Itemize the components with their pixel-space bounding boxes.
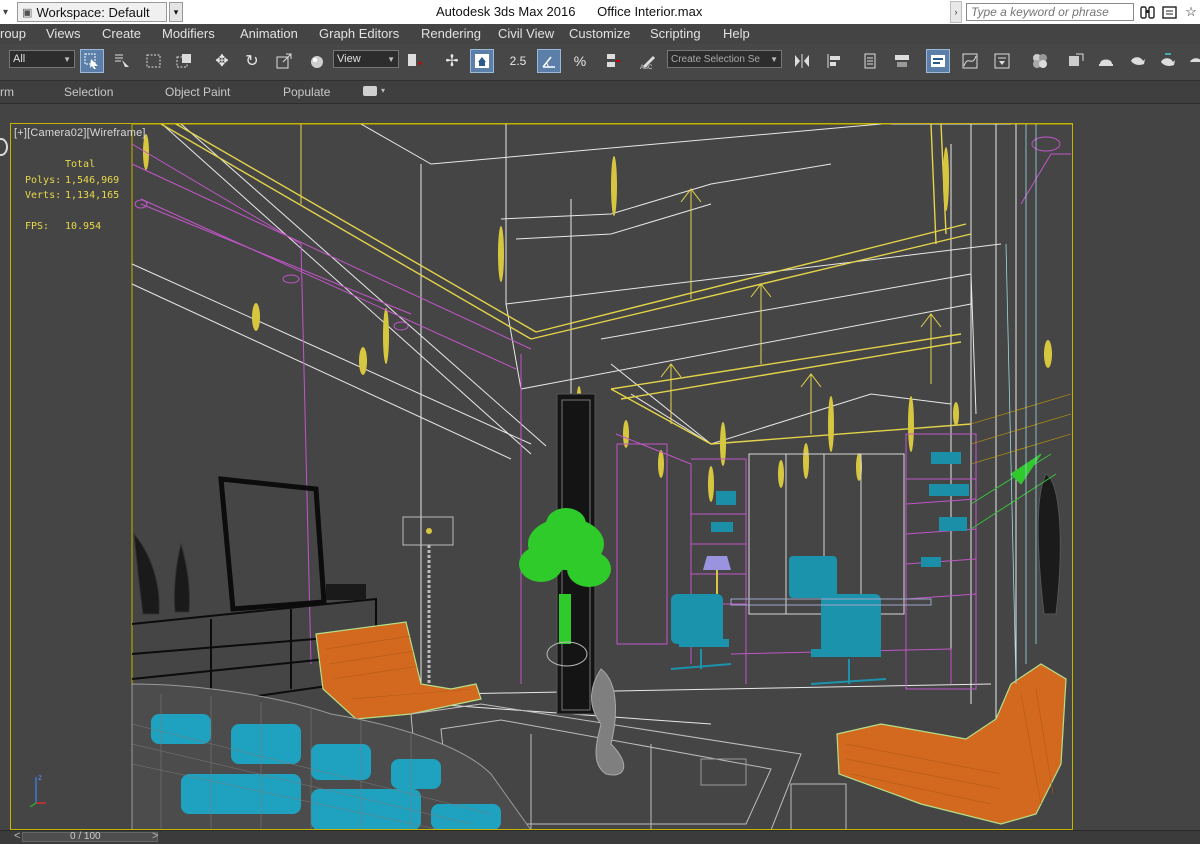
ribbon-minimize-button[interactable] xyxy=(363,86,377,96)
workspace-dropdown-arrow[interactable]: ▾ xyxy=(169,2,184,22)
snap-dimension-label: 2.5 xyxy=(509,54,527,68)
activeshade-icon[interactable] xyxy=(1184,49,1200,73)
menu-create[interactable]: Create xyxy=(102,26,141,41)
stats-polys-value: 1,546,969 xyxy=(65,174,120,186)
scene-explorer-icon[interactable] xyxy=(926,49,950,73)
snaps-toggle-icon[interactable]: 2.5 xyxy=(506,49,530,73)
menu-graph-editors[interactable]: Graph Editors xyxy=(319,26,399,41)
stats-verts-value: 1,134,165 xyxy=(65,190,120,201)
menu-civil-view[interactable]: Civil View xyxy=(498,26,554,41)
select-by-name-icon[interactable] xyxy=(110,49,134,73)
quick-access-dropdown[interactable]: ▾ xyxy=(0,7,11,18)
select-object-icon[interactable] xyxy=(80,49,104,73)
spinner-snap-icon[interactable] xyxy=(600,49,624,73)
scale-icon[interactable] xyxy=(272,49,296,73)
chevron-down-icon[interactable]: ▾ xyxy=(381,86,385,95)
menu-customize[interactable]: Customize xyxy=(569,26,630,41)
svg-text:z: z xyxy=(38,773,42,782)
favorites-star-icon[interactable]: ☆ xyxy=(1182,3,1200,21)
render-iterative-icon[interactable] xyxy=(1156,49,1180,73)
camera-viewport[interactable] xyxy=(10,123,1073,830)
menu-views[interactable]: Views xyxy=(46,26,80,41)
search-expand-icon[interactable]: › xyxy=(950,1,962,23)
schematic-view-icon[interactable] xyxy=(990,49,1014,73)
ribbon-tab-selection[interactable]: Selection xyxy=(64,85,113,99)
edit-named-selection-icon[interactable]: ABC xyxy=(636,49,660,73)
menu-help[interactable]: Help xyxy=(723,26,750,41)
menu-animation[interactable]: Animation xyxy=(240,26,298,41)
svg-text:ABC: ABC xyxy=(640,65,653,70)
quick-access: ▾ ▣ Workspace: Default ▾ xyxy=(0,2,184,22)
chevron-down-icon: ▼ xyxy=(63,54,71,64)
ribbon-tab-object-paint[interactable]: Object Paint xyxy=(165,85,230,99)
menu-scripting[interactable]: Scripting xyxy=(650,26,701,41)
menu-rendering[interactable]: Rendering xyxy=(421,26,481,41)
stats-fps-value: 10.954 xyxy=(65,220,102,232)
reference-coordinate-dropdown[interactable]: View ▼ xyxy=(333,50,399,68)
window-crossing-icon[interactable] xyxy=(172,49,196,73)
axis-tripod-icon: z xyxy=(28,771,48,812)
mirror-icon[interactable] xyxy=(790,49,814,73)
time-slider-bar: < 0 / 100 > xyxy=(0,830,1200,844)
app-name: Autodesk 3ds Max 2016 xyxy=(436,4,576,19)
ribbon-tab-populate[interactable]: Populate xyxy=(283,85,330,99)
rotate-icon[interactable]: ↻ xyxy=(240,49,264,73)
file-name: Office Interior.max xyxy=(597,4,703,19)
menu-modifiers[interactable]: Modifiers xyxy=(162,26,215,41)
material-editor-icon[interactable] xyxy=(1028,49,1052,73)
workspace-icon: ▣ xyxy=(22,6,33,19)
wireframe-scene xyxy=(131,124,1072,829)
time-slider-prev-button[interactable]: < xyxy=(14,830,20,842)
menu-group[interactable]: roup xyxy=(0,26,26,41)
toggle-ribbon-icon[interactable] xyxy=(890,49,914,73)
rectangular-selection-icon[interactable] xyxy=(142,49,166,73)
infocenter: › ☆ xyxy=(950,1,1200,23)
chevron-down-icon: ▼ xyxy=(387,54,395,64)
workspace-selector[interactable]: ▣ Workspace: Default xyxy=(17,2,168,22)
stats-polys-label: Polys: xyxy=(25,174,62,186)
window-title: Autodesk 3ds Max 2016 Office Interior.ma… xyxy=(436,4,720,19)
keyboard-shortcut-override-icon[interactable] xyxy=(470,49,494,73)
stats-header: Total xyxy=(65,159,96,170)
named-selection-sets-dropdown[interactable]: Create Selection Se ▼ xyxy=(667,50,782,68)
stats-fps-label: FPS: xyxy=(25,220,50,232)
viewport-statistics: Total Polys: 1,546,969 Verts: 1,134,165 FP… xyxy=(25,157,119,234)
time-slider-frame: 0 / 100 xyxy=(70,831,101,842)
ribbon-tab-transform[interactable]: rm xyxy=(0,85,14,99)
rendered-frame-window-icon[interactable] xyxy=(1094,49,1118,73)
curve-editor-icon[interactable] xyxy=(958,49,982,73)
keyword-search-input[interactable] xyxy=(966,3,1134,21)
workspace-label: Workspace: Default xyxy=(36,4,150,20)
selection-filter-dropdown[interactable]: All ▼ xyxy=(9,50,75,68)
subscription-center-icon[interactable] xyxy=(1160,3,1178,21)
move-icon[interactable]: ✥ xyxy=(210,49,234,73)
select-and-manipulate-icon[interactable]: ✢ xyxy=(440,49,464,73)
angle-snap-icon[interactable] xyxy=(537,49,561,73)
main-toolbar: All ▼ ✥ ↻ View ▼ ✢ 2.5 % ABC Create Select… xyxy=(0,44,1200,81)
binoculars-icon[interactable] xyxy=(1138,3,1156,21)
selection-filter-value: All xyxy=(13,53,26,65)
chevron-down-icon: ▼ xyxy=(770,54,778,64)
time-slider-next-button[interactable]: > xyxy=(152,830,158,842)
ribbon-tabs: rm Selection Object Paint Populate ▾ xyxy=(0,81,1200,104)
title-bar: ▾ ▣ Workspace: Default ▾ Autodesk 3ds Ma… xyxy=(0,0,1200,24)
stats-verts-label: Verts: xyxy=(25,190,62,201)
reference-coordinate-value: View xyxy=(337,53,361,65)
render-setup-icon[interactable] xyxy=(1064,49,1088,73)
layer-explorer-icon[interactable] xyxy=(858,49,882,73)
named-selection-value: Create Selection Se xyxy=(671,53,760,65)
align-icon[interactable] xyxy=(822,49,846,73)
percent-snap-icon[interactable]: % xyxy=(568,49,592,73)
pivot-center-icon[interactable] xyxy=(403,49,427,73)
viewport-label-menu[interactable]: [+][Camera02][Wireframe] xyxy=(14,127,146,139)
place-icon[interactable] xyxy=(305,49,329,73)
render-production-icon[interactable] xyxy=(1126,49,1150,73)
menu-bar: roup Views Create Modifiers Animation Gr… xyxy=(0,24,1200,45)
